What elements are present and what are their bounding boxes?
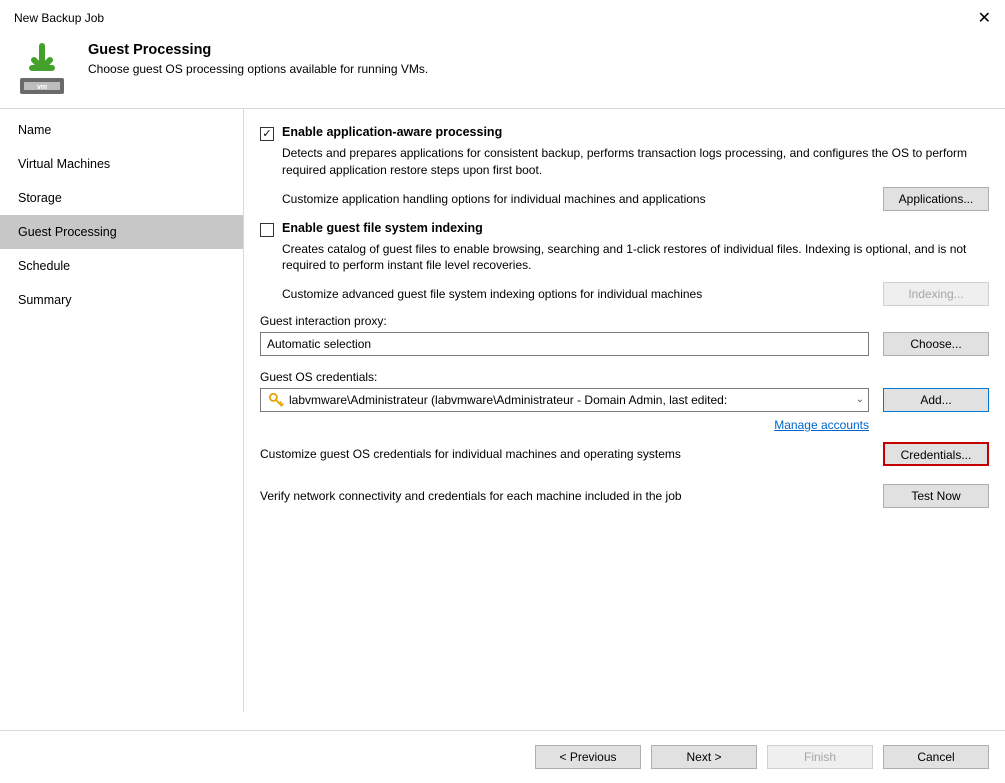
sidebar-item-virtual-machines[interactable]: Virtual Machines: [0, 147, 243, 181]
page-subtitle: Choose guest OS processing options avail…: [88, 62, 428, 76]
guest-credentials-dropdown[interactable]: labvmware\Administrateur (labvmware\Admi…: [260, 388, 869, 412]
text-customize-indexing: Customize advanced guest file system ind…: [282, 287, 712, 301]
indexing-button: Indexing...: [883, 282, 989, 306]
wizard-step-icon: vm: [14, 42, 70, 98]
add-credentials-button[interactable]: Add...: [883, 388, 989, 412]
sidebar-item-storage[interactable]: Storage: [0, 181, 243, 215]
sidebar-item-name[interactable]: Name: [0, 113, 243, 147]
choose-proxy-button[interactable]: Choose...: [883, 332, 989, 356]
guest-proxy-value: Automatic selection: [267, 333, 371, 355]
wizard-footer: < Previous Next > Finish Cancel: [0, 730, 1005, 783]
manage-accounts-link[interactable]: Manage accounts: [774, 418, 869, 432]
text-customize-applications: Customize application handling options f…: [282, 192, 716, 206]
label-guest-proxy: Guest interaction proxy:: [260, 314, 989, 328]
close-icon[interactable]: ✕: [978, 8, 991, 28]
key-icon: [267, 391, 285, 409]
applications-button[interactable]: Applications...: [883, 187, 989, 211]
guest-credentials-value: labvmware\Administrateur (labvmware\Admi…: [289, 389, 727, 411]
label-file-indexing: Enable guest file system indexing: [282, 221, 483, 235]
window-title: New Backup Job: [14, 11, 104, 25]
label-guest-credentials: Guest OS credentials:: [260, 370, 989, 384]
checkbox-application-aware[interactable]: ✓: [260, 127, 274, 141]
next-button[interactable]: Next >: [651, 745, 757, 769]
test-now-button[interactable]: Test Now: [883, 484, 989, 508]
checkbox-file-indexing[interactable]: [260, 223, 274, 237]
text-per-machine-credentials: Customize guest OS credentials for indiv…: [260, 447, 691, 461]
guest-proxy-field: Automatic selection: [260, 332, 869, 356]
text-verify-connectivity: Verify network connectivity and credenti…: [260, 489, 692, 503]
page-title: Guest Processing: [88, 42, 428, 58]
chevron-down-icon: ⌄: [856, 389, 864, 411]
credentials-button[interactable]: Credentials...: [883, 442, 989, 466]
desc-file-indexing: Creates catalog of guest files to enable…: [282, 241, 989, 275]
sidebar-item-summary[interactable]: Summary: [0, 283, 243, 317]
previous-button[interactable]: < Previous: [535, 745, 641, 769]
wizard-steps-sidebar: Name Virtual Machines Storage Guest Proc…: [0, 109, 244, 712]
sidebar-item-guest-processing[interactable]: Guest Processing: [0, 215, 243, 249]
desc-application-aware: Detects and prepares applications for co…: [282, 145, 989, 179]
finish-button: Finish: [767, 745, 873, 769]
label-application-aware: Enable application-aware processing: [282, 125, 502, 139]
cancel-button[interactable]: Cancel: [883, 745, 989, 769]
sidebar-item-schedule[interactable]: Schedule: [0, 249, 243, 283]
svg-text:vm: vm: [37, 84, 47, 91]
